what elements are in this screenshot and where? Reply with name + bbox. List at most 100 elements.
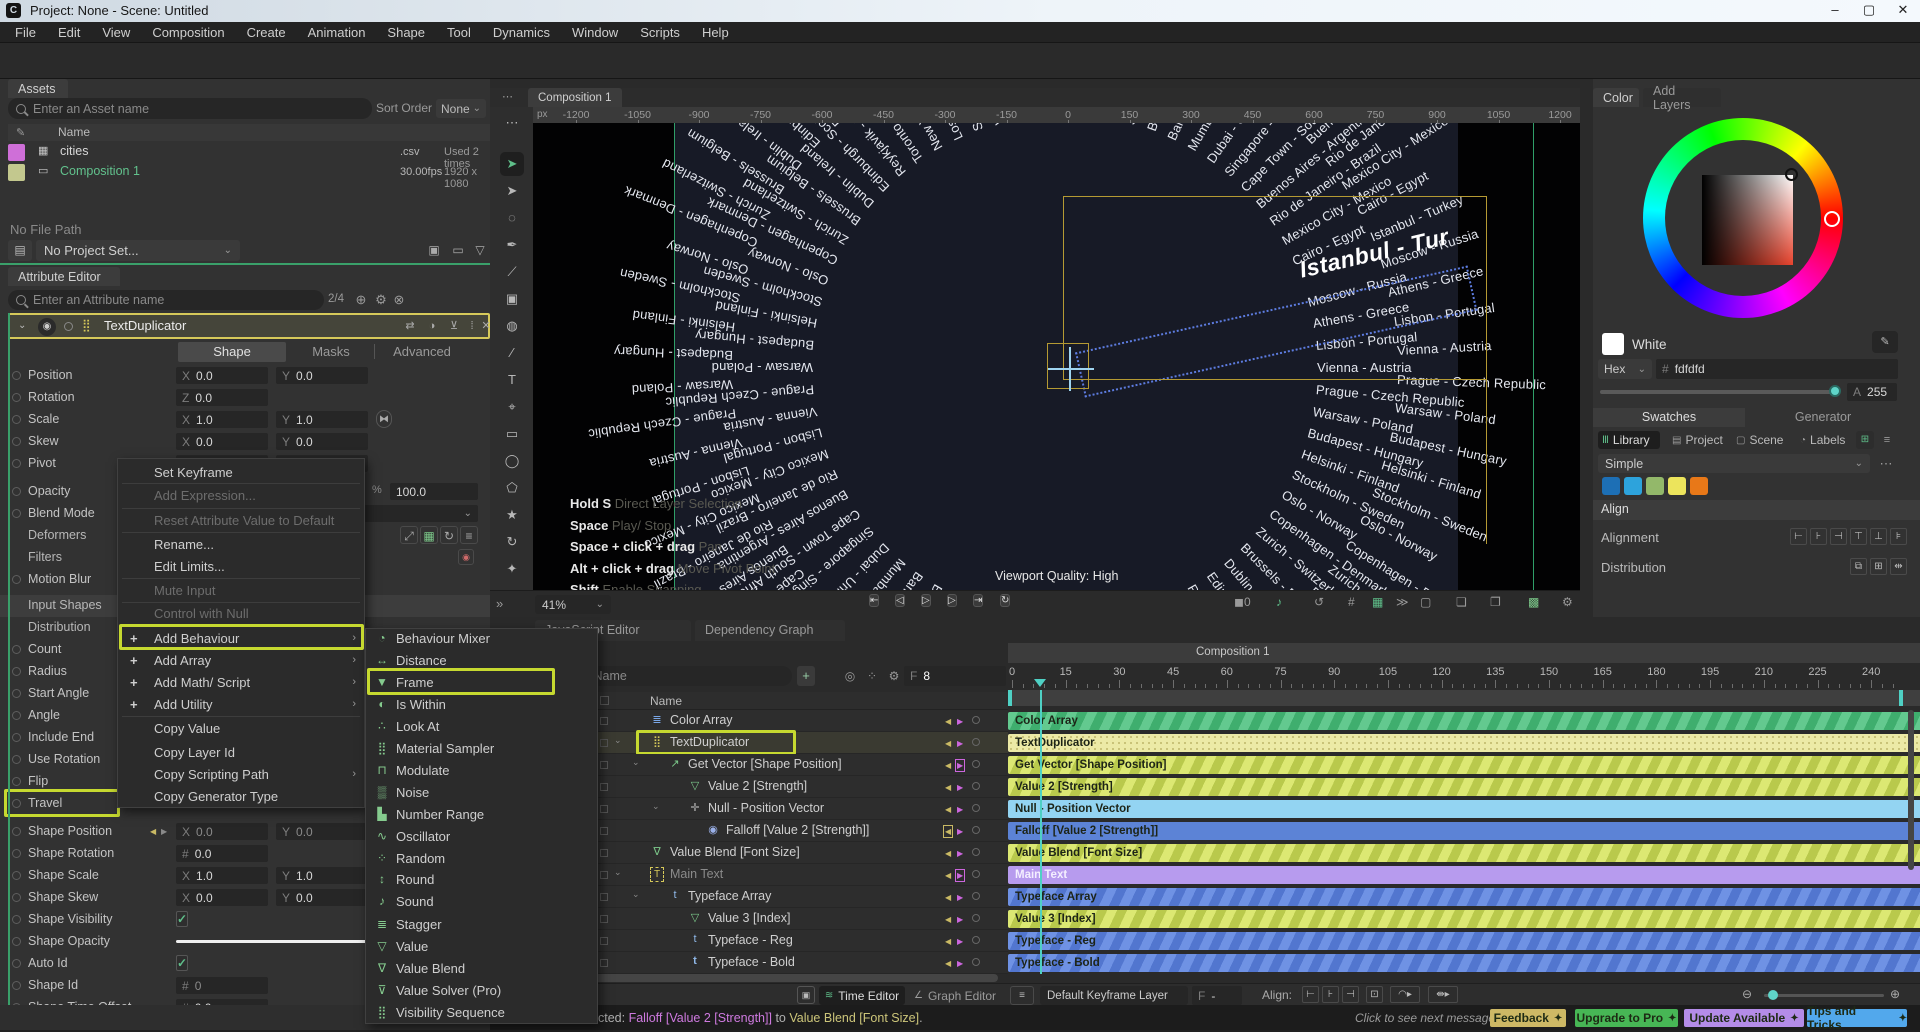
keyframe-next-icon[interactable]: ▶ <box>957 783 963 792</box>
layer-bar[interactable]: Color Array <box>1008 712 1920 730</box>
asset-color-swatch[interactable] <box>8 164 25 181</box>
attr-radio[interactable] <box>12 777 21 786</box>
zoom-slider-groove[interactable] <box>1764 994 1884 997</box>
wheel-selector[interactable] <box>1824 211 1840 227</box>
attribute-search-input[interactable]: Enter an Attribute name <box>8 290 324 310</box>
chevron-down-icon[interactable]: ⌄ <box>18 320 26 331</box>
layers-icon[interactable]: ▦ <box>420 526 438 544</box>
keyframe-radio[interactable] <box>972 738 980 746</box>
dual-color-icon[interactable]: ◑ <box>424 318 440 334</box>
knife-tool[interactable]: ⟋ <box>500 260 524 284</box>
onion-icon[interactable]: ◎ <box>840 666 860 686</box>
attribute-editor-tab[interactable]: Attribute Editor <box>8 267 120 286</box>
minimize-button[interactable]: – <box>1820 2 1850 17</box>
layer-bar[interactable]: Typeface - Reg <box>1008 932 1920 950</box>
refresh-icon[interactable]: ↻ <box>440 526 458 544</box>
attr-field[interactable]: X 1.0 <box>176 867 268 884</box>
submenu-item[interactable]: ⁘ Random <box>366 847 597 869</box>
attr-radio[interactable] <box>12 733 21 742</box>
kf-layer-icon[interactable]: ≡ <box>1010 986 1034 1005</box>
attr-field[interactable]: X 0.0 <box>176 823 268 840</box>
grid-ref-icon[interactable]: # <box>1348 595 1355 609</box>
visibility-eye-icon[interactable]: ◉ <box>38 318 56 336</box>
panel-icon[interactable]: ▭ <box>448 240 468 261</box>
layer-bar[interactable]: Get Vector [Shape Position] <box>1008 756 1920 774</box>
polygon-tool[interactable]: ⬠ <box>500 476 524 500</box>
snap-grid-icon[interactable]: ▦ <box>1372 595 1383 609</box>
align-4-icon[interactable]: ⊥ <box>1870 528 1887 545</box>
distribute-2-icon[interactable]: ⇹ <box>1890 558 1907 575</box>
keyframe-next-icon[interactable]: ▶ <box>957 805 963 814</box>
filter-icon[interactable]: ⚙ <box>372 291 390 309</box>
asset-color-swatch[interactable] <box>8 144 25 161</box>
row-toggle-icon[interactable] <box>600 849 608 857</box>
submenu-item[interactable]: ↕ Round <box>366 868 597 890</box>
submenu-item[interactable]: ▒ Noise <box>366 781 597 803</box>
upgrade-to-pro-button[interactable]: Upgrade to Pro ✦ <box>1575 1009 1678 1027</box>
screen-icon[interactable]: ▢ <box>1420 595 1431 609</box>
keyframe-prev-icon[interactable]: ◀ <box>945 849 951 858</box>
menu-shape[interactable]: Shape <box>376 22 436 43</box>
undo-icon[interactable]: ↺ <box>1314 595 1324 609</box>
align-0-icon[interactable]: ⊢ <box>1790 528 1807 545</box>
hex-mode-select[interactable]: Hex ⌄ <box>1598 359 1652 379</box>
viewport-tab[interactable]: Composition 1 <box>528 88 622 107</box>
context-menu-item[interactable]: Copy Scripting Path › <box>118 763 364 785</box>
keyframe-radio[interactable] <box>972 826 980 834</box>
attr-field[interactable]: 100.0 <box>390 483 478 500</box>
layer-bar[interactable]: TextDuplicator <box>1008 734 1920 752</box>
attr-radio[interactable] <box>12 645 21 654</box>
kf-align-1-icon[interactable]: ⊦ <box>1322 986 1339 1003</box>
panel-divider[interactable] <box>1580 79 1593 617</box>
submenu-item[interactable]: ⊽ Value Solver (Pro) <box>366 979 597 1001</box>
settings-icon[interactable]: ⚙ <box>1562 595 1573 609</box>
add-layers-tab[interactable]: Add Layers <box>1643 84 1721 112</box>
attr-radio[interactable] <box>12 871 21 880</box>
keyframe-radio[interactable] <box>972 716 980 724</box>
palette-swatch[interactable] <box>1624 477 1642 495</box>
keyframe-radio[interactable] <box>972 914 980 922</box>
zoom-plus-icon[interactable]: ⊕ <box>352 291 370 309</box>
chevron-down-icon[interactable]: ⌄ <box>632 757 640 768</box>
attr-field[interactable]: X 0.0 <box>176 367 268 384</box>
submenu-item[interactable]: ∴ Look At <box>366 715 597 737</box>
row-toggle-icon[interactable] <box>600 893 608 901</box>
pin-icon[interactable]: ⊻ <box>446 318 462 334</box>
play-icon[interactable]: ▷ <box>921 594 931 607</box>
palette-more-icon[interactable]: ⋯ <box>1876 454 1896 473</box>
submenu-item[interactable]: ⣿ Material Sampler <box>366 737 597 759</box>
context-menu-item[interactable]: Rename... <box>118 533 364 555</box>
keyframe-radio[interactable] <box>972 892 980 900</box>
row-toggle-icon[interactable] <box>600 739 608 747</box>
keyframe-next-icon[interactable]: ▶ <box>954 869 966 882</box>
solo-radio-icon[interactable] <box>64 322 73 331</box>
layer-bar[interactable]: Value 2 [Strength] <box>1008 778 1920 796</box>
generator-tab[interactable]: Generator <box>1748 408 1898 427</box>
record-icon[interactable]: ◉ <box>458 549 474 565</box>
lasso-tool[interactable]: ◌ <box>500 206 524 230</box>
loop-icon[interactable]: ↻ <box>1000 594 1011 607</box>
star-tool[interactable]: ★ <box>500 503 524 527</box>
assets-tab[interactable]: Assets <box>8 79 68 98</box>
context-menu-item[interactable]: Reset Attribute Value to Default <box>118 509 364 531</box>
add-layer-button[interactable]: + <box>797 666 815 686</box>
asset-search-input[interactable]: Enter an Asset name <box>8 98 372 119</box>
range-bar[interactable] <box>1008 690 1920 706</box>
zoom-slider-handle[interactable] <box>1768 990 1778 1000</box>
labels-tab[interactable]: ◔ Labels <box>1796 431 1852 449</box>
swatches-tab[interactable]: Swatches <box>1593 408 1745 427</box>
chevron-down-icon[interactable]: ⌄ <box>632 889 640 900</box>
submenu-item[interactable]: ♪ Sound <box>366 890 597 912</box>
layer-bar[interactable]: Falloff [Value 2 [Strength]] <box>1008 822 1920 840</box>
tab-advanced[interactable]: Advanced <box>384 342 460 362</box>
range-end-handle[interactable] <box>1899 690 1903 706</box>
ellipse-tool[interactable]: ◯ <box>500 449 524 473</box>
attr-field[interactable]: #0 <box>176 977 268 994</box>
chevron-down-icon[interactable]: ⌄ <box>614 735 622 746</box>
attr-radio[interactable] <box>12 667 21 676</box>
step-forward-icon[interactable]: ▷ <box>947 594 957 607</box>
feedback-button[interactable]: Feedback ✦ <box>1490 1009 1566 1027</box>
row-toggle-icon[interactable] <box>600 915 608 923</box>
submenu-item[interactable]: ≣ Stagger <box>366 913 597 935</box>
attr-radio[interactable] <box>12 459 21 468</box>
